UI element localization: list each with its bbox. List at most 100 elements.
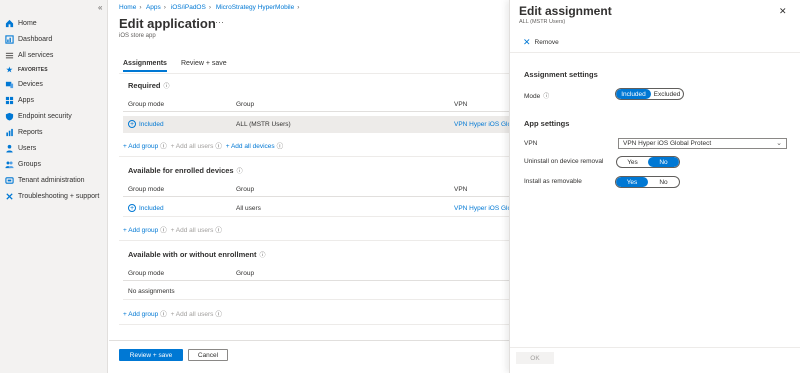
group-mode-cell[interactable]: + Included [128,200,164,216]
add-group-link[interactable]: + Add group [123,143,158,150]
mode-label-text: Mode [524,93,541,100]
column-header-group: Group [236,269,255,277]
column-header-group-mode: Group mode [128,100,165,108]
info-icon[interactable]: ⓘ [160,311,167,318]
edit-assignment-panel: Edit assignment ALL (MSTR Users) ✕ ✕ Rem… [509,0,800,373]
table-row: No assignments [123,283,509,300]
sidebar-item-groups[interactable]: Groups [0,156,108,172]
sidebar-item-label: Reports [18,128,43,136]
sidebar-item-apps[interactable]: Apps [0,92,108,108]
removable-option-no[interactable]: No [648,177,679,187]
breadcrumb-home[interactable]: Home [119,4,136,11]
breadcrumb-chevron-icon: › [208,4,211,11]
add-all-users-link: + Add all users [170,227,214,234]
tab-assignments[interactable]: Assignments [123,60,167,72]
sidebar-nav: Home Dashboard All services ★ FAVORITES … [0,15,108,204]
sidebar-item-label: Apps [18,96,34,104]
page-subtitle: iOS store app [119,33,156,39]
add-group-link[interactable]: + Add group [123,311,158,318]
chevron-down-icon: ⌄ [776,140,782,147]
add-all-devices-link[interactable]: + Add all devices [226,143,275,150]
info-icon[interactable]: ⓘ [215,143,222,150]
remove-label: Remove [534,39,559,46]
user-icon [5,144,14,153]
sidebar-item-label: FAVORITES [18,66,48,73]
sidebar-item-users[interactable]: Users [0,140,108,156]
group-mode-cell[interactable]: + Included [128,116,164,132]
group-mode-value: Included [139,120,164,128]
sidebar-item-all-services[interactable]: All services [0,47,108,63]
info-icon[interactable]: ⓘ [277,143,284,150]
sidebar-item-reports[interactable]: Reports [0,124,108,140]
breadcrumb-app[interactable]: MicroStrategy HyperMobile [216,4,294,11]
sidebar: « Home Dashboard All services ★ FAVORITE… [0,0,108,373]
panel-title: Edit assignment [519,4,612,18]
close-icon[interactable]: ✕ [779,6,787,17]
sidebar-item-tenant-administration[interactable]: Tenant administration [0,172,108,188]
removable-option-yes[interactable]: Yes [616,177,648,187]
add-all-users-link: + Add all users [170,311,214,318]
mode-toggle[interactable]: Included Excluded [615,88,684,100]
sidebar-item-label: Tenant administration [18,176,85,184]
add-links: + Add group ⓘ + Add all users ⓘ [123,224,224,234]
breadcrumb-chevron-icon: › [297,4,300,11]
mode-option-excluded[interactable]: Excluded [651,89,683,99]
sidebar-item-dashboard[interactable]: Dashboard [0,31,108,47]
table-row[interactable]: + Included All users VPN Hyper iOS Glob [123,200,515,217]
dashboard-icon [5,34,14,44]
breadcrumb-chevron-icon: › [139,4,142,11]
app-settings-heading: App settings [524,119,570,128]
vpn-cell[interactable]: VPN Hyper iOS Glob [454,116,515,132]
tenant-icon [5,176,14,185]
uninstall-toggle[interactable]: Yes No [616,156,680,168]
star-icon: ★ [6,66,13,74]
info-icon[interactable]: ⓘ [160,143,167,150]
info-icon[interactable]: ⓘ [543,94,549,100]
sidebar-item-devices[interactable]: Devices [0,76,108,92]
section-without-enrollment-title: Available with or without enrollment ⓘ [128,250,266,259]
section-enrolled-title: Available for enrolled devices ⓘ [128,166,243,175]
removable-label: Install as removable [524,178,582,185]
remove-button[interactable]: ✕ Remove [523,37,559,48]
table-row[interactable]: + Included ALL (MSTR Users) VPN Hyper iOS… [123,116,515,133]
section-required-title: Required ⓘ [128,81,170,90]
uninstall-option-yes[interactable]: Yes [617,157,648,167]
plus-circle-icon: + [128,120,136,128]
info-icon[interactable]: ⓘ [164,84,170,90]
vpn-cell[interactable]: VPN Hyper iOS Glob [454,200,515,216]
tabs: Assignments Review + save [123,60,227,72]
tab-review-save[interactable]: Review + save [181,60,227,72]
more-icon[interactable]: ··· [215,17,224,27]
sidebar-item-label: Home [18,19,37,27]
empty-message: No assignments [128,287,175,295]
info-icon[interactable]: ⓘ [215,227,222,234]
section-title-text: Available with or without enrollment [128,250,257,259]
devices-icon [5,80,14,89]
removable-toggle[interactable]: Yes No [615,176,680,188]
info-icon[interactable]: ⓘ [237,169,243,175]
sidebar-item-endpoint-security[interactable]: Endpoint security [0,108,108,124]
page-footer: Review + save Cancel [109,340,509,373]
sidebar-item-troubleshooting[interactable]: Troubleshooting + support [0,188,108,204]
info-icon[interactable]: ⓘ [259,253,265,259]
sidebar-item-home[interactable]: Home [0,15,108,31]
section-divider [119,324,509,325]
vpn-select[interactable]: VPN Hyper iOS Global Protect ⌄ [618,138,787,149]
info-icon[interactable]: ⓘ [215,311,222,318]
close-icon: ✕ [523,37,531,47]
sidebar-item-label: Groups [18,160,41,168]
mode-option-included[interactable]: Included [616,89,651,99]
uninstall-option-no[interactable]: No [648,157,679,167]
double-chevron-left-icon[interactable]: « [98,3,102,12]
breadcrumb-ios[interactable]: iOS/iPadOS [171,4,206,11]
group-mode-value: Included [139,204,164,212]
group-cell: ALL (MSTR Users) [236,120,291,128]
cancel-button[interactable]: Cancel [188,349,228,361]
info-icon[interactable]: ⓘ [160,227,167,234]
assignment-settings-heading: Assignment settings [524,70,598,79]
review-save-button[interactable]: Review + save [119,349,183,361]
reports-icon [5,128,14,137]
breadcrumb-apps[interactable]: Apps [146,4,161,11]
breadcrumb-chevron-icon: › [163,4,166,11]
add-group-link[interactable]: + Add group [123,227,158,234]
